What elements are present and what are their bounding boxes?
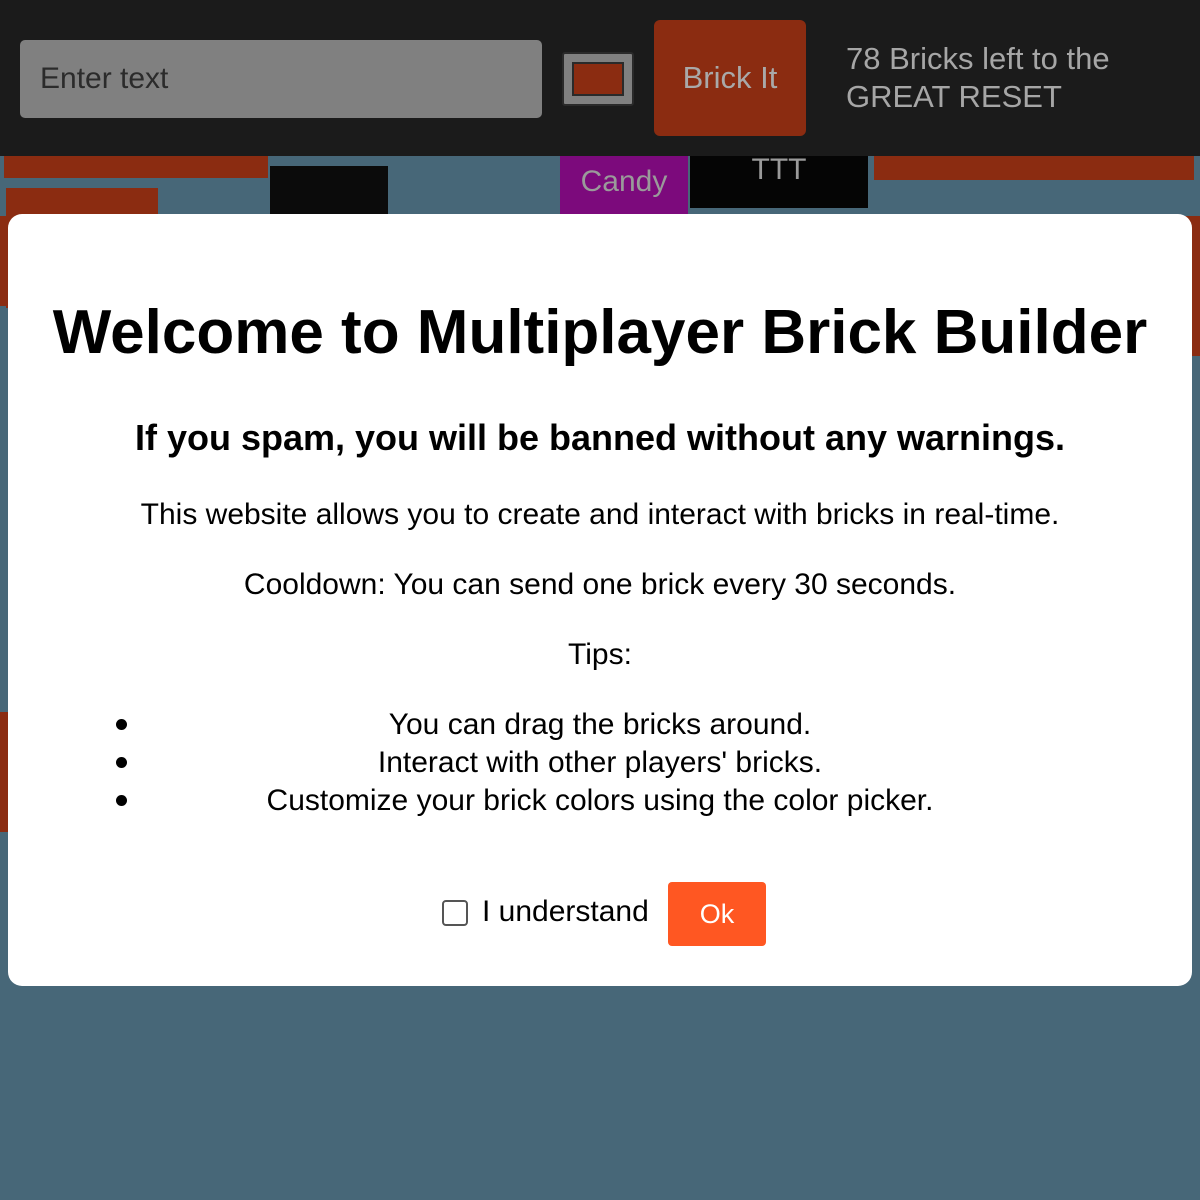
spam-warning: If you spam, you will be banned without … <box>134 417 1066 458</box>
color-picker[interactable] <box>562 52 634 106</box>
tip-text: You can drag the bricks around. <box>388 708 812 741</box>
ok-button[interactable]: Ok <box>668 882 766 946</box>
bullet-icon <box>116 795 127 806</box>
list-item: You can drag the bricks around. <box>116 706 1192 744</box>
brick[interactable] <box>4 156 268 178</box>
brick-label: Candy <box>580 165 668 198</box>
brick[interactable] <box>0 216 8 306</box>
brick[interactable]: TTT <box>690 156 868 208</box>
welcome-modal: Welcome to Multiplayer Brick Builder If … <box>8 214 1192 986</box>
tips-title: Tips: <box>568 638 632 671</box>
understand-label[interactable]: I understand <box>482 893 649 931</box>
brick[interactable] <box>0 712 8 832</box>
understand-checkbox[interactable] <box>442 900 468 926</box>
tip-text: Interact with other players' bricks. <box>377 746 823 779</box>
top-toolbar: Brick It 78 Bricks left to the GREAT RES… <box>0 0 1200 156</box>
bullet-icon <box>116 719 127 730</box>
confirm-row: I understand Ok <box>8 882 1192 946</box>
brick-label: TTT <box>751 156 807 186</box>
list-item: Interact with other players' bricks. <box>116 744 1192 782</box>
tips-list: You can drag the bricks around. Interact… <box>116 706 1192 820</box>
brick[interactable] <box>874 156 1194 180</box>
brick-it-button[interactable]: Brick It <box>654 20 806 136</box>
cooldown-text: Cooldown: You can send one brick every 3… <box>243 568 957 601</box>
color-swatch <box>572 62 624 96</box>
brick-text-input[interactable] <box>20 40 542 118</box>
tip-text: Customize your brick colors using the co… <box>266 784 934 817</box>
bullet-icon <box>116 757 127 768</box>
list-item: Customize your brick colors using the co… <box>116 782 1192 820</box>
modal-title: Welcome to Multiplayer Brick Builder <box>52 298 1148 367</box>
bricks-left-counter: 78 Bricks left to the GREAT RESET <box>846 41 1110 114</box>
modal-description: This website allows you to create and in… <box>140 498 1060 531</box>
